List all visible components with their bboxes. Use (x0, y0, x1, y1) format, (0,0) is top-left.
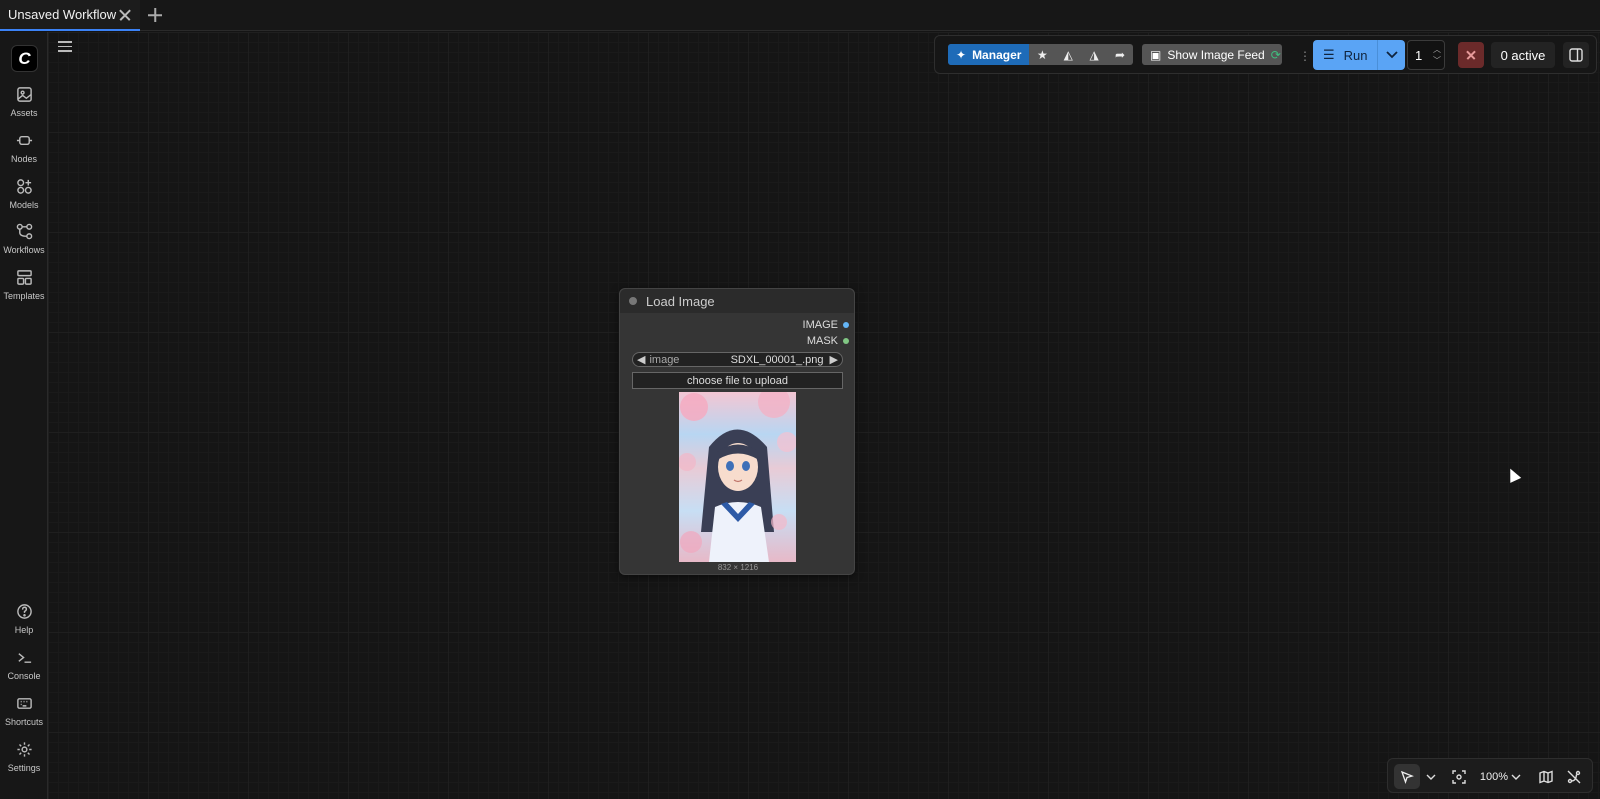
feed-label: Show Image Feed (1167, 47, 1265, 62)
sidebar: C Assets Nodes Models Workflows Template… (0, 32, 48, 799)
batch-count-value: 1 (1415, 47, 1423, 63)
chevron-down-icon (1511, 774, 1521, 780)
tab-bar: Unsaved Workflow (0, 0, 1600, 31)
manager-button[interactable]: ✦ Manager (948, 44, 1030, 65)
queue-status-button[interactable]: 0 active (1491, 42, 1555, 68)
gallery-icon: ▣ (1150, 47, 1162, 62)
sidebar-item-models[interactable]: Models (0, 178, 48, 222)
image-dimensions: 832 × 1216 (717, 563, 759, 572)
close-icon (1465, 49, 1477, 61)
chevron-down-icon (1385, 51, 1398, 59)
show-image-feed-button[interactable]: ▣ Show Image Feed ⟳ (1142, 44, 1282, 65)
run-button[interactable]: ☰ Run (1313, 40, 1377, 70)
sidebar-item-workflows[interactable]: Workflows (0, 223, 48, 267)
sidebar-panel-icon (1569, 48, 1583, 62)
mode-dropdown-button[interactable] (1424, 768, 1438, 785)
image-combo-widget[interactable]: ◀ image SDXL_00001_.png ▶ (632, 352, 843, 367)
action-toolbar: ✦ Manager ★ ◭ ◮ ➦ ▣ Show Image Feed ⟳ ⋮⋮… (934, 35, 1597, 74)
image-preview (679, 392, 796, 562)
left-arrow-icon[interactable]: ◀ (637, 353, 645, 366)
models-icon (16, 179, 32, 194)
triangle-ruler-icon[interactable]: ◭ (1055, 44, 1081, 65)
pointer-icon (1400, 770, 1414, 784)
link-off-icon (1567, 770, 1580, 783)
sidebar-item-templates[interactable]: Templates (0, 269, 48, 313)
output-label: MASK (806, 335, 838, 347)
collapse-dot-icon[interactable] (629, 297, 637, 305)
tab-label: Unsaved Workflow (8, 7, 117, 22)
output-mask[interactable]: MASK (807, 335, 849, 347)
sidebar-item-help[interactable]: Help (0, 603, 48, 647)
node-header[interactable]: Load Image (620, 289, 854, 313)
sidebar-item-label: Templates (3, 291, 45, 301)
help-icon (16, 604, 32, 619)
node-title: Load Image (646, 293, 715, 309)
map-icon (1538, 769, 1553, 784)
close-icon[interactable] (118, 8, 132, 22)
sidebar-item-label: Console (7, 671, 41, 681)
queue-icon: ☰ (1323, 47, 1335, 62)
output-label: IMAGE (802, 319, 838, 331)
sidebar-item-shortcuts[interactable]: Shortcuts (0, 695, 48, 739)
zoom-level[interactable]: 100% (1479, 768, 1509, 785)
tab-unsaved-workflow[interactable]: Unsaved Workflow (0, 0, 140, 31)
widget-value: SDXL_00001_.png (730, 353, 824, 366)
select-mode-button[interactable] (1394, 764, 1420, 789)
sidebar-item-label: Workflows (3, 245, 45, 255)
batch-count-input[interactable]: 1 ︿ ﹀ (1407, 40, 1445, 70)
load-image-node[interactable]: Load Image IMAGE MASK ◀ image SDXL_00001… (619, 288, 855, 575)
node-icon (16, 136, 32, 145)
sidebar-item-label: Nodes (10, 154, 37, 164)
sidebar-item-console[interactable]: Console (0, 649, 48, 693)
hide-links-button[interactable] (1565, 768, 1582, 785)
sidebar-item-label: Models (9, 200, 39, 210)
output-slot-icon[interactable] (843, 322, 849, 328)
upload-button[interactable]: choose file to upload (632, 372, 843, 389)
output-slot-icon[interactable] (843, 338, 849, 344)
sidebar-item-nodes[interactable]: Nodes (0, 132, 48, 176)
share-icon[interactable]: ➦ (1107, 44, 1133, 65)
run-button-group: ☰ Run (1313, 40, 1405, 70)
menu-icon[interactable] (58, 41, 72, 53)
sidebar-item-label: Help (14, 625, 34, 635)
add-tab-icon[interactable] (147, 7, 163, 23)
right-arrow-icon[interactable]: ▶ (830, 353, 838, 366)
image-icon (16, 87, 32, 102)
manager-label: Manager (972, 47, 1022, 62)
canvas-controls: 100% (1387, 758, 1593, 793)
refresh-icon: ⟳ (1270, 47, 1281, 62)
minimap-button[interactable] (1537, 768, 1554, 785)
sidebar-item-assets[interactable]: Assets (0, 86, 48, 130)
terminal-icon (17, 653, 31, 663)
sidebar-item-label: Settings (7, 763, 41, 773)
keyboard-icon (16, 698, 32, 709)
sidebar-item-settings[interactable]: Settings (0, 741, 48, 785)
output-image[interactable]: IMAGE (803, 319, 849, 331)
run-options-button[interactable] (1377, 40, 1405, 70)
star-icon[interactable]: ★ (1029, 44, 1055, 65)
manager-group: ✦ Manager ★ ◭ ◮ ➦ (948, 44, 1133, 65)
chevron-down-icon (1426, 774, 1436, 780)
fit-view-button[interactable] (1450, 768, 1467, 785)
interrupt-button[interactable] (1458, 42, 1484, 68)
widget-name: image (649, 353, 680, 366)
run-label: Run (1343, 47, 1368, 63)
focus-icon (1451, 769, 1466, 784)
sidebar-item-label: Shortcuts (4, 717, 44, 727)
anime-girl-image (679, 392, 796, 562)
gear-icon (16, 742, 32, 757)
zoom-dropdown-button[interactable] (1509, 768, 1523, 785)
workflow-icon (16, 223, 32, 240)
app-logo[interactable]: C (11, 45, 38, 72)
triangle-alt-icon[interactable]: ◮ (1081, 44, 1107, 65)
stepper-icon[interactable]: ︿ ﹀ (1433, 44, 1441, 66)
templates-icon (16, 270, 32, 285)
puzzle-icon: ✦ (956, 47, 967, 62)
toggle-panel-button[interactable] (1563, 42, 1589, 68)
sidebar-item-label: Assets (10, 108, 38, 118)
